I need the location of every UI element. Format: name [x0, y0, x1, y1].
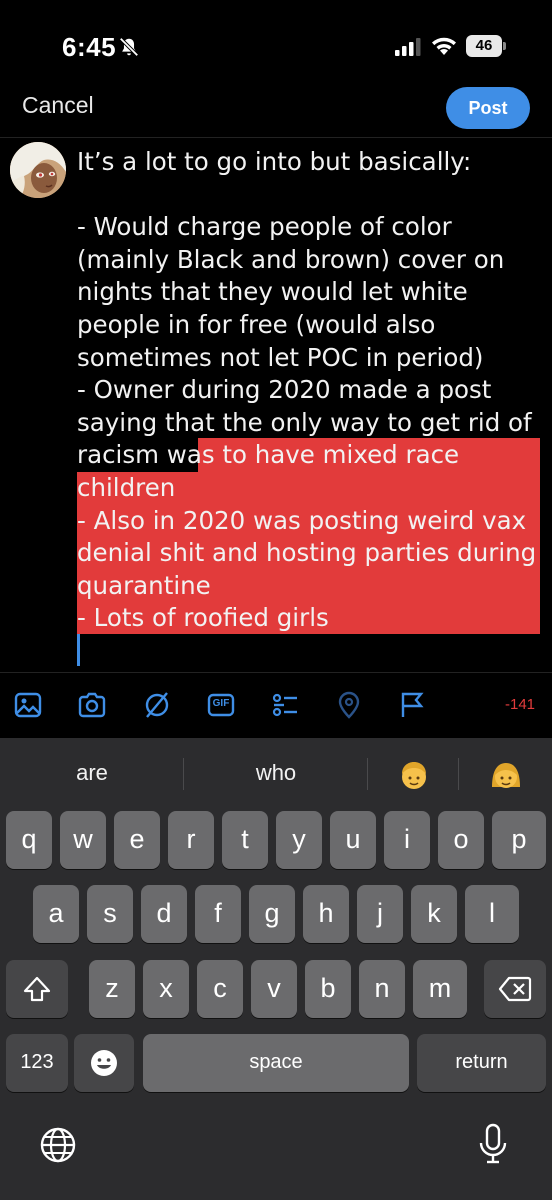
key-b[interactable]: b — [305, 960, 351, 1018]
character-count: -141 — [505, 696, 536, 713]
avatar[interactable] — [10, 142, 66, 198]
suggestion-2[interactable]: who — [214, 760, 338, 786]
key-k[interactable]: k — [411, 885, 457, 943]
key-u[interactable]: u — [330, 811, 376, 869]
image-icon[interactable] — [13, 690, 43, 720]
emoji-key[interactable] — [74, 1034, 134, 1092]
shift-key[interactable] — [6, 960, 68, 1018]
key-h[interactable]: h — [303, 885, 349, 943]
header-divider — [0, 137, 552, 138]
key-i[interactable]: i — [384, 811, 430, 869]
poll-icon[interactable] — [270, 690, 300, 720]
key-r[interactable]: r — [168, 811, 214, 869]
gif-label: GIF — [212, 698, 230, 709]
space-key[interactable]: space — [143, 1034, 409, 1092]
key-d[interactable]: d — [141, 885, 187, 943]
status-bar: 6:45 46 — [0, 0, 552, 90]
emoji-icon — [91, 1050, 117, 1076]
microphone-icon[interactable] — [476, 1122, 510, 1166]
key-o[interactable]: o — [438, 811, 484, 869]
text-cursor — [77, 634, 80, 666]
key-q[interactable]: q — [6, 811, 52, 869]
key-j[interactable]: j — [357, 885, 403, 943]
globe-icon[interactable] — [38, 1125, 78, 1165]
location-icon[interactable] — [334, 690, 364, 720]
wifi-icon — [432, 37, 456, 55]
shift-icon — [23, 976, 51, 1002]
suggestion-1[interactable]: are — [30, 760, 154, 786]
key-c[interactable]: c — [197, 960, 243, 1018]
key-s[interactable]: s — [87, 885, 133, 943]
suggestion-divider — [183, 758, 184, 790]
key-w[interactable]: w — [60, 811, 106, 869]
backspace-key[interactable] — [484, 960, 546, 1018]
cellular-signal-icon — [395, 38, 421, 56]
girl-emoji[interactable] — [488, 757, 524, 793]
backspace-icon — [498, 976, 532, 1002]
bell-off-icon — [119, 37, 139, 57]
gif-icon[interactable]: GIF — [206, 690, 236, 720]
status-time: 6:45 — [62, 32, 117, 62]
key-n[interactable]: n — [359, 960, 405, 1018]
avatar-image — [10, 142, 66, 198]
suggestion-divider — [458, 758, 459, 790]
key-f[interactable]: f — [195, 885, 241, 943]
key-g[interactable]: g — [249, 885, 295, 943]
key-z[interactable]: z — [89, 960, 135, 1018]
key-t[interactable]: t — [222, 811, 268, 869]
no-filter-icon[interactable] — [142, 690, 172, 720]
key-y[interactable]: y — [276, 811, 322, 869]
battery-tip — [503, 42, 506, 50]
post-button[interactable]: Post — [446, 87, 530, 129]
key-a[interactable]: a — [33, 885, 79, 943]
post-text-editor[interactable]: It’s a lot to go into but basically: - W… — [77, 146, 547, 635]
flag-icon[interactable] — [398, 690, 428, 720]
key-v[interactable]: v — [251, 960, 297, 1018]
key-l[interactable]: l — [465, 885, 519, 943]
camera-icon[interactable] — [77, 690, 107, 720]
cancel-button[interactable]: Cancel — [22, 92, 94, 119]
toolbar-divider — [0, 672, 552, 673]
key-x[interactable]: x — [143, 960, 189, 1018]
battery-level: 46 — [466, 35, 502, 57]
key-m[interactable]: m — [413, 960, 467, 1018]
boy-emoji[interactable] — [396, 757, 432, 793]
key-p[interactable]: p — [492, 811, 546, 869]
return-key[interactable]: return — [417, 1034, 546, 1092]
key-e[interactable]: e — [114, 811, 160, 869]
suggestion-divider — [367, 758, 368, 790]
numbers-key[interactable]: 123 — [6, 1034, 68, 1092]
battery-indicator: 46 — [466, 35, 506, 57]
